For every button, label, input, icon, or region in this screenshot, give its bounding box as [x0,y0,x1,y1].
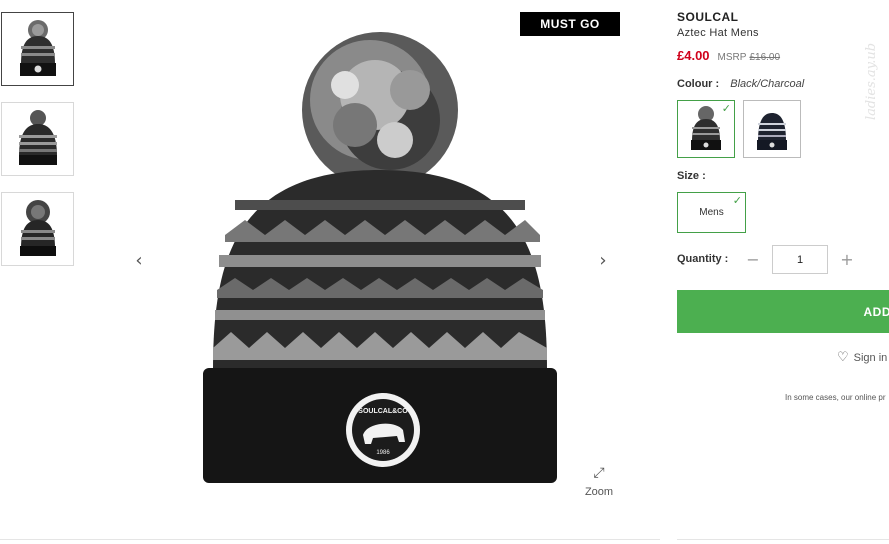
zoom-button[interactable]: ⤢ Zoom [584,466,614,498]
pom-pom [302,32,458,188]
product-title: Aztec Hat Mens [677,27,759,39]
chevron-right-icon[interactable]: › [593,250,613,271]
size-option-label: Mens [699,207,724,218]
size-option-mens[interactable]: ✓ Mens [677,192,746,233]
msrp-label: MSRP [717,52,747,63]
beanie-hat-illustration: SOULCAL&CO 1986 [203,32,557,483]
divider [677,539,889,540]
plus-icon[interactable]: + [838,250,856,269]
patch-logo-text: SOULCAL&CO [358,408,408,415]
watermark-text: ladies.ay.ub [864,42,879,120]
swatch-hat-image [757,113,787,150]
colour-value: Black/Charcoal [730,78,805,90]
colour-swatch-navy[interactable] [743,100,801,158]
thumbnail-3[interactable] [1,192,74,266]
thumbnail-list [1,12,75,282]
check-icon: ✓ [721,102,731,115]
add-to-bag-button[interactable]: ADD [677,290,889,333]
colour-swatch-black-charcoal[interactable]: ✓ [677,100,735,158]
hat-thumbnail-front [19,20,56,76]
colour-row: Colour : Black/Charcoal [677,78,804,90]
size-label: Size : [677,170,706,182]
chevron-left-icon[interactable]: ‹ [129,250,149,271]
sale-price: £4.00 [677,48,710,63]
minus-icon[interactable]: − [744,250,762,269]
thumbnail-1[interactable] [1,12,74,86]
quantity-label: Quantity : [677,253,729,265]
colour-label: Colour : [677,78,720,90]
add-button-label: ADD [863,304,889,319]
original-price: £16.00 [749,52,781,63]
brand-name[interactable]: SOULCAL [677,10,889,24]
patch-logo-year: 1986 [376,450,390,456]
product-info: SOULCAL Aztec Hat Mens £4.00 MSRP £16.00 [677,10,889,63]
hat-thumbnail-side [18,110,57,165]
thumbnail-2[interactable] [1,102,74,176]
heart-icon: ♡ [837,350,849,365]
hat-thumbnail-back [19,200,56,256]
quantity-input[interactable] [772,245,828,274]
sign-in-label: Sign in [853,351,888,364]
zoom-label: Zoom [584,486,614,498]
divider [0,539,660,540]
expand-icon: ⤢ [593,465,605,481]
price-row: £4.00 MSRP £16.00 [677,48,889,63]
check-icon: ✓ [732,194,742,207]
sign-in-wishlist-link[interactable]: ♡ Sign in [837,350,889,365]
online-price-notice: In some cases, our online pr [785,393,886,402]
main-product-image: SOULCAL&CO 1986 [195,30,565,490]
